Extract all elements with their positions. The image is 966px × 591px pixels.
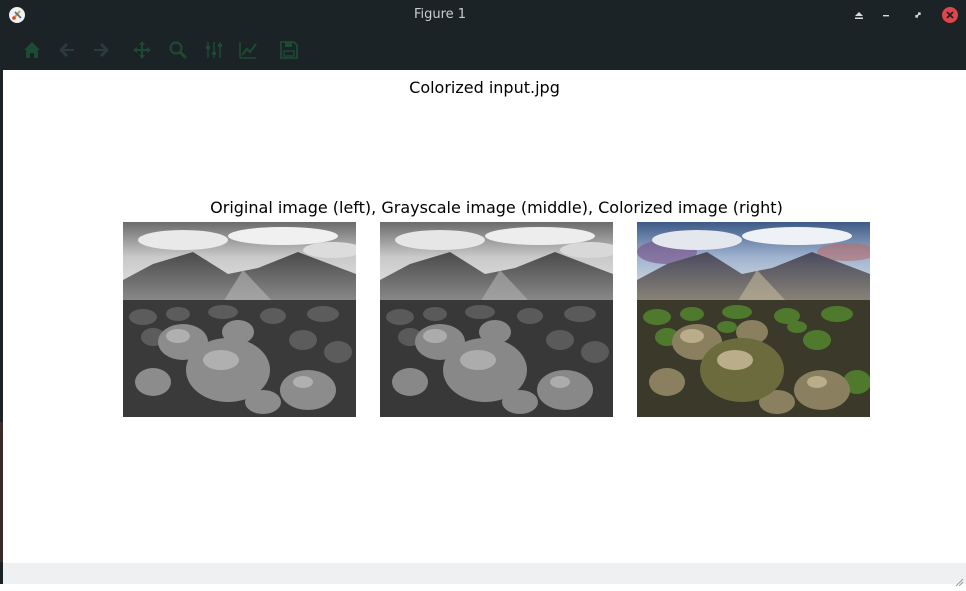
home-icon[interactable]	[20, 38, 44, 62]
arrow-left-icon[interactable]	[55, 38, 79, 62]
colorized-image-panel	[637, 222, 870, 417]
arrow-right-icon[interactable]	[89, 38, 113, 62]
move-icon[interactable]	[130, 38, 154, 62]
minimize-icon[interactable]	[878, 7, 894, 23]
toolbar	[0, 30, 966, 70]
magnifier-icon[interactable]	[166, 38, 190, 62]
grayscale-image-panel	[380, 222, 613, 417]
window-title: Figure 1	[413, 7, 467, 22]
floppy-icon[interactable]	[277, 38, 301, 62]
sliders-icon[interactable]	[202, 38, 226, 62]
close-icon[interactable]	[942, 7, 958, 23]
figure-suptitle: Colorized input.jpg	[409, 78, 560, 97]
eject-icon[interactable]	[851, 7, 867, 23]
axes-title: Original image (left), Grayscale image (…	[210, 198, 783, 217]
original-image-panel	[123, 222, 356, 417]
status-bar	[3, 563, 966, 587]
line-chart-icon[interactable]	[236, 38, 260, 62]
resize-grip-icon[interactable]	[954, 572, 964, 587]
title-bar: Figure 1	[0, 0, 966, 30]
restore-icon[interactable]	[910, 7, 926, 23]
